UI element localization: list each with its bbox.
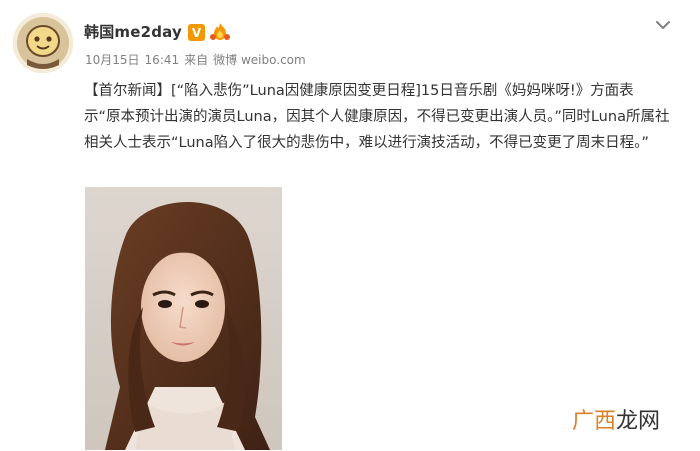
woman-portrait-photo — [85, 187, 282, 450]
post-source[interactable]: 微博 weibo.com — [213, 53, 306, 67]
weibo-post-card: 韩国me2day V 10月15日 16:41 来自 微博 weibo.com 【首尔… — [0, 0, 700, 451]
author-name[interactable]: 韩国me2day — [84, 22, 182, 42]
source-prefix: 来自 — [184, 53, 209, 67]
site-watermark: 广西龙网 — [572, 408, 660, 436]
chevron-down-icon[interactable] — [652, 14, 674, 36]
verified-badge-icon: V — [188, 24, 205, 41]
post-body: 【首尔新闻】[“陷入悲伤”Luna因健康原因变更日程]15日音乐剧《妈妈咪呀!》… — [84, 78, 670, 156]
post-meta: 10月15日 16:41 来自 微博 weibo.com — [85, 52, 306, 68]
watermark-part1: 广西 — [572, 409, 617, 434]
post-date[interactable]: 10月15日 — [85, 53, 140, 67]
post-body-text: 【首尔新闻】[“陷入悲伤”Luna因健康原因变更日程]15日音乐剧《妈妈咪呀!》… — [84, 83, 670, 151]
author-avatar[interactable] — [13, 13, 73, 73]
fire-medal-icon[interactable] — [209, 22, 231, 42]
svg-text:V: V — [192, 26, 202, 40]
cartoon-face-icon — [13, 13, 73, 73]
post-time[interactable]: 16:41 — [145, 53, 180, 67]
watermark-part2: 龙网 — [616, 409, 661, 434]
post-photo[interactable] — [85, 187, 282, 450]
